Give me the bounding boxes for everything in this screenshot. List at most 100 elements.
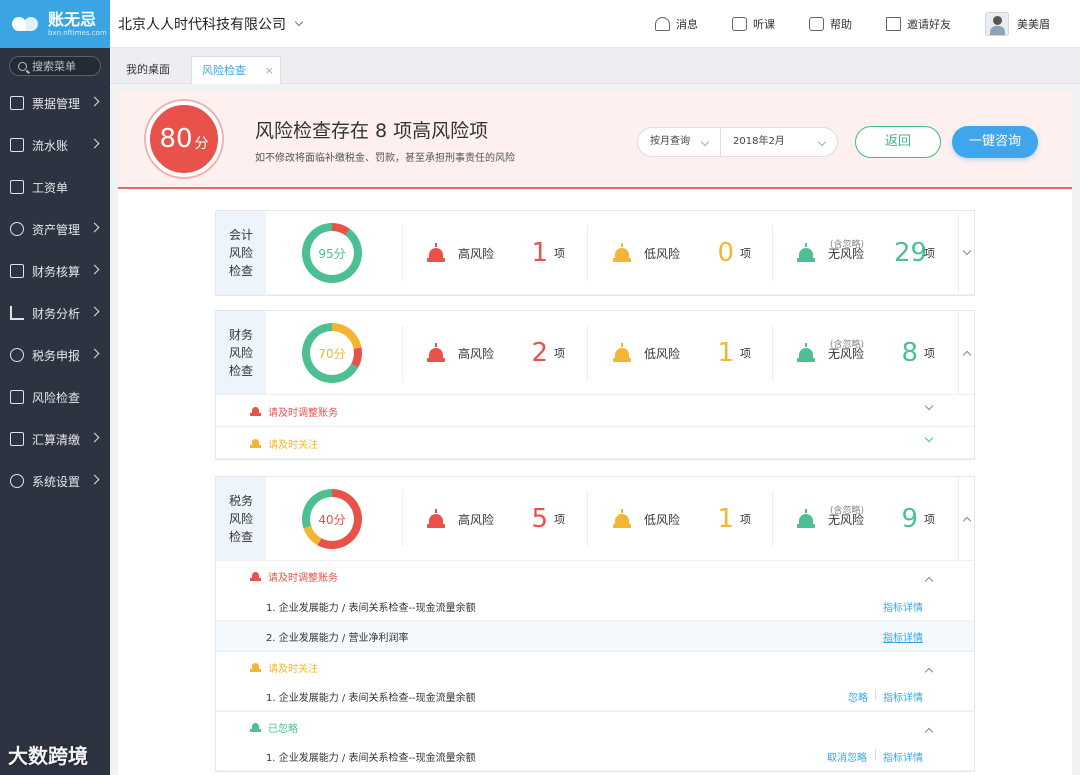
stat-high-risk: 高风险 2 项 — [426, 311, 565, 395]
stat-count: 0 — [717, 238, 735, 268]
risk-group-header[interactable]: 请及时调整账务 — [216, 561, 974, 591]
ignored-note: (含忽略) — [830, 506, 865, 516]
score-donut: 70分 — [302, 323, 362, 383]
sidebar-item[interactable]: 资产管理 — [0, 208, 110, 250]
stat-high-risk: 高风险 5 项 — [426, 477, 565, 561]
stat-low-risk: 低风险 1 项 — [612, 477, 751, 561]
divider — [402, 225, 403, 281]
risk-check-summary-row: 税务 风险 检查 40分 高风险 5 项低风险 1 项无风险 9 项 (含忽略) — [216, 477, 974, 561]
ignore-link[interactable]: 忽略 — [848, 689, 868, 704]
consult-button[interactable]: 一键咨询 — [952, 126, 1038, 158]
user-menu[interactable]: 美美眉 — [985, 12, 1050, 36]
sidebar-item[interactable]: 工资单 — [0, 166, 110, 208]
risk-group-row[interactable]: 请及时关注 — [216, 427, 974, 459]
month-select[interactable]: 2018年2月 — [720, 127, 838, 157]
query-mode-value: 按月查询 — [650, 136, 690, 147]
sidebar-item-label: 工资单 — [32, 180, 69, 195]
sidebar-item-label: 票据管理 — [32, 96, 81, 111]
chevron-down-icon — [924, 433, 934, 443]
risk-group-label: 已忽略 — [268, 724, 298, 735]
unignore-link[interactable]: 取消忽略 — [827, 749, 867, 764]
indicator-detail-link[interactable]: 指标详情 — [883, 749, 923, 764]
messages-button[interactable]: 消息 — [655, 16, 698, 32]
score-donut: 40分 — [302, 489, 362, 549]
sidebar-item-label: 财务核算 — [32, 264, 81, 279]
risk-group-row[interactable]: 请及时调整账务 — [216, 395, 974, 427]
search-icon — [18, 61, 27, 71]
stat-unit: 项 — [740, 513, 752, 526]
tab-desktop[interactable]: 我的桌面 — [116, 56, 180, 84]
sidebar-item[interactable]: 流水账 — [0, 124, 110, 166]
divider — [772, 325, 773, 381]
gift-icon — [886, 17, 901, 31]
stat-unit: 项 — [740, 247, 752, 260]
no-risk-siren-icon — [796, 509, 816, 528]
sidebar-item[interactable]: 票据管理 — [0, 82, 110, 124]
lessons-button[interactable]: 听课 — [732, 16, 775, 32]
expand-toggle[interactable] — [958, 477, 974, 560]
risk-group-label: 请及时调整账务 — [268, 573, 338, 584]
stat-unit: 项 — [924, 347, 936, 360]
indicator-detail-link[interactable]: 指标详情 — [883, 599, 923, 614]
invite-button[interactable]: 邀请好友 — [886, 16, 951, 32]
no-risk-siren-icon — [796, 243, 816, 262]
no-risk-siren-icon — [250, 721, 261, 732]
watermark: 大数跨境 — [8, 744, 88, 768]
chevron-up-icon — [924, 727, 934, 737]
chevron-up-icon — [924, 576, 934, 586]
risk-check-title: 税务 风险 检查 — [216, 477, 266, 560]
menu-search-input[interactable]: 搜索菜单 — [9, 56, 101, 76]
stat-label: 高风险 — [458, 246, 495, 261]
query-mode-select[interactable]: 按月查询 — [637, 127, 721, 157]
company-name: 北京人人时代科技有限公司 — [118, 16, 286, 33]
close-icon[interactable]: × — [265, 57, 274, 85]
stat-unit: 项 — [554, 513, 566, 526]
risk-item-text: 1. 企业发展能力 / 表间关系检查--现金流量余额 — [266, 603, 476, 614]
risk-check-panel: 税务 风险 检查 40分 高风险 5 项低风险 1 项无风险 9 项 (含忽略) 请及时调整账务 1.… — [215, 476, 975, 772]
sidebar-item[interactable]: 财务核算 — [0, 250, 110, 292]
risk-group-header[interactable]: 已忽略 — [216, 711, 974, 741]
low-risk-siren-icon — [612, 509, 632, 528]
sidebar-item[interactable]: 风险检查 — [0, 376, 110, 418]
chevron-down-icon — [962, 246, 971, 255]
sidebar-item[interactable]: 财务分析 — [0, 292, 110, 334]
high-risk-siren-icon — [426, 509, 446, 528]
tab-risk-check[interactable]: 风险检查 × — [191, 56, 281, 84]
sidebar-item[interactable]: 系统设置 — [0, 460, 110, 502]
stat-label: 高风险 — [458, 346, 495, 361]
indicator-detail-link[interactable]: 指标详情 — [883, 629, 923, 644]
risk-item-text: 2. 企业发展能力 / 营业净利润率 — [266, 633, 409, 644]
risk-group-header[interactable]: 请及时关注 — [216, 651, 974, 681]
high-risk-siren-icon — [426, 243, 446, 262]
back-button[interactable]: 返回 — [855, 126, 941, 158]
risk-check-summary-row: 会计 风险 检查 95分 高风险 1 项低风险 0 项无风险 29 项 (含忽略) — [216, 211, 974, 295]
chevron-down-icon — [924, 401, 934, 411]
company-switcher[interactable]: 北京人人时代科技有限公司 — [118, 14, 304, 34]
logo[interactable]: 账无忌 bxn.nftimes.com — [0, 0, 110, 48]
expand-toggle[interactable] — [958, 211, 974, 294]
stat-high-risk: 高风险 1 项 — [426, 211, 565, 295]
sidebar-item-label: 流水账 — [32, 138, 69, 153]
risk-item-text: 1. 企业发展能力 / 表间关系检查--现金流量余额 — [266, 693, 476, 704]
divider — [587, 225, 588, 281]
divider — [587, 325, 588, 381]
low-risk-siren-icon — [612, 243, 632, 262]
stat-unit: 项 — [554, 247, 566, 260]
logo-url: bxn.nftimes.com — [48, 28, 107, 37]
sidebar-item[interactable]: 汇算清缴 — [0, 418, 110, 460]
chevron-right-icon — [89, 96, 100, 107]
risk-group-label: 请及时关注 — [268, 440, 318, 451]
sidebar-item[interactable]: 税务申报 — [0, 334, 110, 376]
chevron-down-icon — [700, 137, 710, 147]
stat-label: 低风险 — [644, 246, 681, 261]
help-button[interactable]: 帮助 — [809, 16, 852, 32]
tab-bar: 我的桌面 风险检查 × — [110, 48, 1080, 84]
indicator-detail-link[interactable]: 指标详情 — [883, 689, 923, 704]
stat-count: 8 — [901, 338, 919, 368]
stat-unit: 项 — [924, 513, 936, 526]
gear-icon — [10, 474, 24, 488]
risk-item-row: 1. 企业发展能力 / 表间关系检查--现金流量余额 取消忽略 | 指标详情 — [216, 741, 974, 771]
chevron-right-icon — [89, 222, 100, 233]
expand-toggle[interactable] — [958, 311, 974, 394]
sidebar-item-label: 系统设置 — [32, 474, 81, 489]
